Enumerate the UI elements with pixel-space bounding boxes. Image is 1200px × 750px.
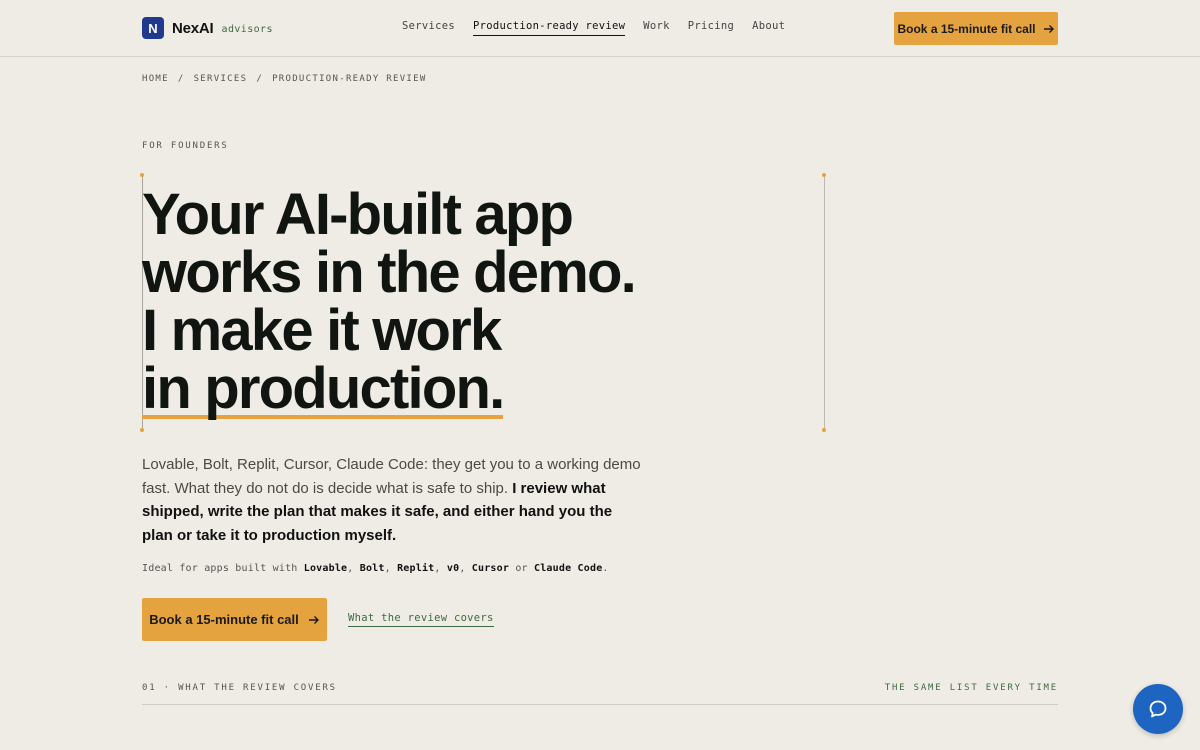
tool-name: Bolt bbox=[359, 563, 385, 574]
ideal-for-line: Ideal for apps built with Lovable, Bolt,… bbox=[142, 563, 609, 574]
review-covers-link[interactable]: What the review covers bbox=[348, 612, 494, 627]
site-header: N NexAI advisors Services Production-rea… bbox=[0, 0, 1200, 57]
brand-name: NexAI bbox=[172, 19, 214, 37]
headline-line: Your AI-built app bbox=[142, 182, 574, 247]
breadcrumb-separator: / bbox=[256, 74, 264, 84]
nav-item-work[interactable]: Work bbox=[643, 20, 670, 36]
section-tagline: THE SAME LIST EVERY TIME bbox=[884, 683, 1058, 693]
breadcrumb: HOME / SERVICES / PRODUCTION-READY REVIEW bbox=[142, 74, 427, 84]
tool-name: v0 bbox=[446, 563, 460, 574]
separator: , bbox=[347, 563, 360, 574]
tool-name: Claude Code bbox=[533, 563, 603, 574]
nav-item-services[interactable]: Services bbox=[402, 20, 455, 36]
headline-line-underlined: in production. bbox=[142, 356, 505, 421]
nav-item-about[interactable]: About bbox=[752, 20, 785, 36]
breadcrumb-current: PRODUCTION-READY REVIEW bbox=[272, 74, 427, 84]
chat-bubble-icon bbox=[1149, 700, 1167, 718]
chat-launcher-button[interactable] bbox=[1133, 684, 1183, 734]
frame-line-right bbox=[824, 176, 825, 430]
arrow-right-icon bbox=[308, 615, 319, 624]
main-nav: Services Production-ready review Work Pr… bbox=[402, 20, 785, 36]
section-label: 01 · WHAT THE REVIEW COVERS bbox=[142, 683, 337, 693]
headline-line: I make it work bbox=[142, 298, 502, 363]
brand-logo-icon: N bbox=[142, 17, 164, 39]
separator: . bbox=[602, 563, 609, 574]
tool-name: Replit bbox=[397, 563, 435, 574]
nav-item-production-ready-review[interactable]: Production-ready review bbox=[472, 20, 626, 36]
header-book-call-label: Book a 15-minute fit call bbox=[897, 21, 1036, 36]
book-call-button[interactable]: Book a 15-minute fit call bbox=[142, 598, 327, 641]
separator: , bbox=[434, 563, 447, 574]
brand[interactable]: N NexAI advisors bbox=[142, 17, 273, 39]
tool-name: Lovable bbox=[303, 563, 348, 574]
ideal-prefix: Ideal for apps built with bbox=[142, 563, 304, 574]
section-divider bbox=[142, 704, 1058, 705]
book-call-label: Book a 15-minute fit call bbox=[149, 612, 299, 627]
arrow-right-icon bbox=[1043, 24, 1054, 33]
breadcrumb-services[interactable]: SERVICES bbox=[194, 74, 248, 84]
headline-line: works in the demo. bbox=[142, 240, 637, 305]
frame-dot bbox=[822, 173, 826, 177]
frame-dot bbox=[140, 173, 144, 177]
brand-subtitle: advisors bbox=[221, 23, 273, 35]
hero-eyebrow: FOR FOUNDERS bbox=[142, 141, 229, 151]
header-book-call-button[interactable]: Book a 15-minute fit call bbox=[894, 12, 1058, 45]
breadcrumb-home[interactable]: HOME bbox=[142, 74, 169, 84]
frame-dot bbox=[140, 428, 144, 432]
separator: , bbox=[384, 563, 398, 574]
separator: or bbox=[509, 563, 534, 574]
breadcrumb-separator: / bbox=[177, 74, 185, 84]
hero-headline: Your AI-built app works in the demo. I m… bbox=[142, 182, 637, 421]
frame-dot bbox=[822, 428, 826, 432]
hero-lede: Lovable, Bolt, Replit, Cursor, Claude Co… bbox=[142, 453, 642, 547]
nav-item-pricing[interactable]: Pricing bbox=[688, 20, 734, 36]
separator: , bbox=[459, 563, 472, 574]
tool-name: Cursor bbox=[471, 563, 510, 574]
